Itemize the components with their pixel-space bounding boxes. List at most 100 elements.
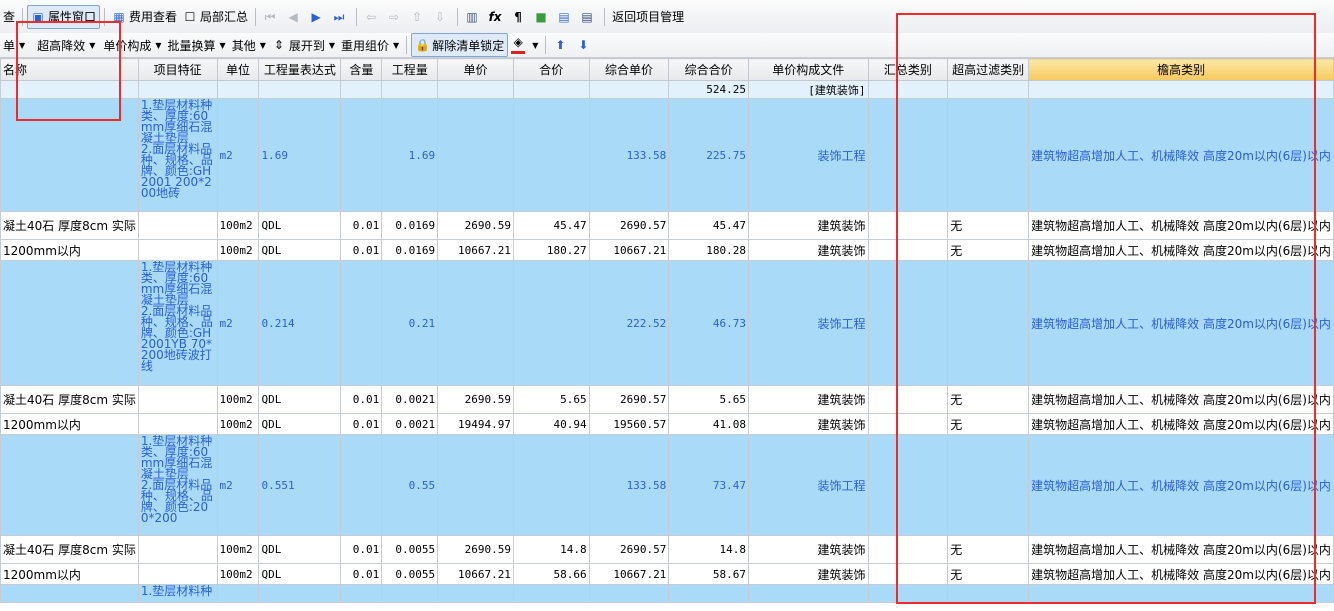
partial-summary-button[interactable]: ☐ 局部汇总 [180, 6, 251, 28]
cell-feature[interactable] [137, 80, 218, 99]
cell-price-file[interactable]: 建筑装饰 [748, 211, 869, 240]
cell-price-file[interactable]: 建筑装饰 [748, 239, 869, 261]
cell-total-price[interactable]: 5.65 [512, 385, 590, 414]
cell-unit-price[interactable]: 10667.21 [437, 563, 514, 585]
cell-unit-price[interactable] [437, 584, 514, 603]
cell-total-price[interactable]: 180.27 [512, 239, 590, 261]
cell-summary-category[interactable] [867, 260, 949, 386]
cell-unit[interactable]: m2 [216, 98, 260, 212]
cell-feature[interactable] [137, 211, 218, 240]
cell-composite-total-price[interactable]: 73.47 [668, 434, 749, 536]
cell-unit-price[interactable] [437, 434, 514, 536]
column-header-composite-unit-price[interactable]: 综合单价 [588, 58, 670, 81]
cell-name[interactable] [0, 98, 139, 212]
quota-row[interactable]: 1200mm以内 100m2 QDL 0.01 0.0021 19494.97 40.94 1… [0, 413, 1334, 435]
cell-price-file[interactable]: 建筑装饰 [748, 563, 869, 585]
cell-unit-price[interactable]: 2690.59 [437, 535, 514, 564]
cell-feature[interactable] [137, 385, 218, 414]
cell-summary-category[interactable] [867, 535, 949, 564]
cell-price-file[interactable] [748, 584, 869, 603]
cell-unit[interactable]: 100m2 [216, 413, 260, 435]
cell-eaves-height-category[interactable]: 建筑物超高增加人工、机械降效 高度20m以内(6层)以内 [1028, 260, 1334, 386]
cell-quantity-expression[interactable]: QDL [258, 413, 342, 435]
cell-total-price[interactable]: 45.47 [512, 211, 590, 240]
cell-quantity[interactable]: 0.21 [381, 260, 439, 386]
cell-unit[interactable]: 100m2 [216, 535, 260, 564]
cell-price-file[interactable]: 建筑装饰 [748, 413, 869, 435]
cell-name[interactable]: 1200mm以内 [0, 413, 139, 435]
cell-name[interactable] [0, 260, 139, 386]
cell-composite-total-price[interactable]: 14.8 [668, 535, 749, 564]
document-button[interactable]: ▤ [577, 6, 600, 28]
cell-quantity-expression[interactable] [258, 584, 342, 603]
column-header-total-price[interactable]: 合价 [512, 58, 590, 81]
cell-name[interactable]: 凝土40石 厚度8cm 实际 [0, 211, 139, 240]
unit-price-menu[interactable]: 单价构成 ▼ [100, 34, 164, 56]
cell-name[interactable]: 1200mm以内 [0, 239, 139, 261]
cell-height-filter-category[interactable]: 无 [947, 211, 1030, 240]
cell-feature[interactable] [137, 563, 218, 585]
column-header-price-file[interactable]: 单价构成文件 [748, 58, 869, 81]
next-record-button[interactable]: ▶ [306, 6, 329, 28]
cell-height-filter-category[interactable] [947, 584, 1030, 603]
cell-quantity[interactable] [381, 80, 439, 99]
move-row-up-button[interactable]: ⬆ [550, 34, 573, 56]
toolbar-item-cut[interactable]: 查 [0, 6, 18, 28]
cell-quantity[interactable]: 0.0055 [381, 535, 439, 564]
cell-unit-price[interactable] [437, 260, 514, 386]
column-header-eaves-height-category[interactable]: 檐高类别 [1028, 58, 1334, 81]
expand-to-menu[interactable]: ⇕ 展开到 ▼ [269, 34, 338, 56]
cell-quantity[interactable]: 0.55 [381, 434, 439, 536]
cell-total-price[interactable] [512, 80, 590, 99]
cell-summary-category[interactable] [867, 385, 949, 414]
cell-feature[interactable]: 1.垫层材料种类、厚度:60mm厚细石混凝土垫层 2.面层材料品种、规格、品牌、… [137, 434, 218, 536]
cell-composite-unit-price[interactable]: 10667.21 [588, 239, 670, 261]
cell-total-price[interactable]: 14.8 [512, 535, 590, 564]
cell-total-price[interactable]: 40.94 [512, 413, 590, 435]
cell-feature[interactable] [137, 413, 218, 435]
cell-composite-unit-price[interactable]: 10667.21 [588, 563, 670, 585]
cost-view-button[interactable]: ▦ 费用查看 [109, 6, 180, 28]
cell-content[interactable]: 0.01 [340, 385, 383, 414]
cell-quantity[interactable]: 0.0169 [381, 211, 439, 240]
cell-summary-category[interactable] [867, 239, 949, 261]
column-header-composite-total-price[interactable]: 综合合价 [668, 58, 749, 81]
cell-composite-unit-price[interactable]: 133.58 [588, 434, 670, 536]
cell-quantity-expression[interactable]: 1.69 [258, 98, 342, 212]
return-project-button[interactable]: 返回项目管理 [609, 6, 687, 28]
batch-convert-menu[interactable]: 批量换算 ▼ [165, 34, 229, 56]
cell-content[interactable] [340, 584, 383, 603]
cell-quantity[interactable]: 0.0021 [381, 413, 439, 435]
cell-composite-total-price[interactable]: 46.73 [668, 260, 749, 386]
quota-row[interactable]: 1200mm以内 100m2 QDL 0.01 0.0055 10667.21 58.66 1… [0, 563, 1334, 585]
column-header-name[interactable]: 名称 [0, 58, 139, 81]
prev-record-button[interactable]: ◀ [283, 6, 306, 28]
cell-quantity[interactable]: 0.0055 [381, 563, 439, 585]
cell-name[interactable]: 凝土40石 厚度8cm 实际 [0, 535, 139, 564]
cell-composite-unit-price[interactable] [588, 584, 670, 603]
cell-unit-price[interactable]: 2690.59 [437, 385, 514, 414]
cell-composite-unit-price[interactable] [588, 80, 670, 99]
cell-summary-category[interactable] [867, 211, 949, 240]
cell-feature[interactable] [137, 239, 218, 261]
move-up-button[interactable]: ⇧ [407, 6, 430, 28]
cell-composite-unit-price[interactable]: 2690.57 [588, 385, 670, 414]
bill-item-row[interactable]: 1.垫层材料种 [0, 584, 1334, 603]
reuse-price-menu[interactable]: 重用组价 ▼ [338, 34, 402, 56]
cell-eaves-height-category[interactable]: 建筑物超高增加人工、机械降效 高度20m以内(6层)以内 [1028, 563, 1334, 585]
cell-composite-total-price[interactable]: 524.25 [668, 80, 749, 99]
cell-composite-unit-price[interactable]: 19560.57 [588, 413, 670, 435]
column-header-quantity-expression[interactable]: 工程量表达式 [258, 58, 342, 81]
cell-quantity[interactable]: 0.0021 [381, 385, 439, 414]
cell-content[interactable] [340, 80, 383, 99]
cell-height-filter-category[interactable] [947, 80, 1030, 99]
cell-name[interactable] [0, 434, 139, 536]
cell-quantity[interactable]: 0.0169 [381, 239, 439, 261]
last-record-button[interactable]: ⏭ [329, 6, 352, 28]
column-header-feature[interactable]: 项目特征 [137, 58, 218, 81]
cell-unit[interactable] [216, 584, 260, 603]
cell-content[interactable]: 0.01 [340, 535, 383, 564]
cell-name[interactable] [0, 80, 139, 99]
cell-total-price[interactable]: 58.66 [512, 563, 590, 585]
cell-feature[interactable]: 1.垫层材料种类、厚度:60mm厚细石混凝土垫层 2.面层材料品种、规格、品牌、… [137, 98, 218, 212]
